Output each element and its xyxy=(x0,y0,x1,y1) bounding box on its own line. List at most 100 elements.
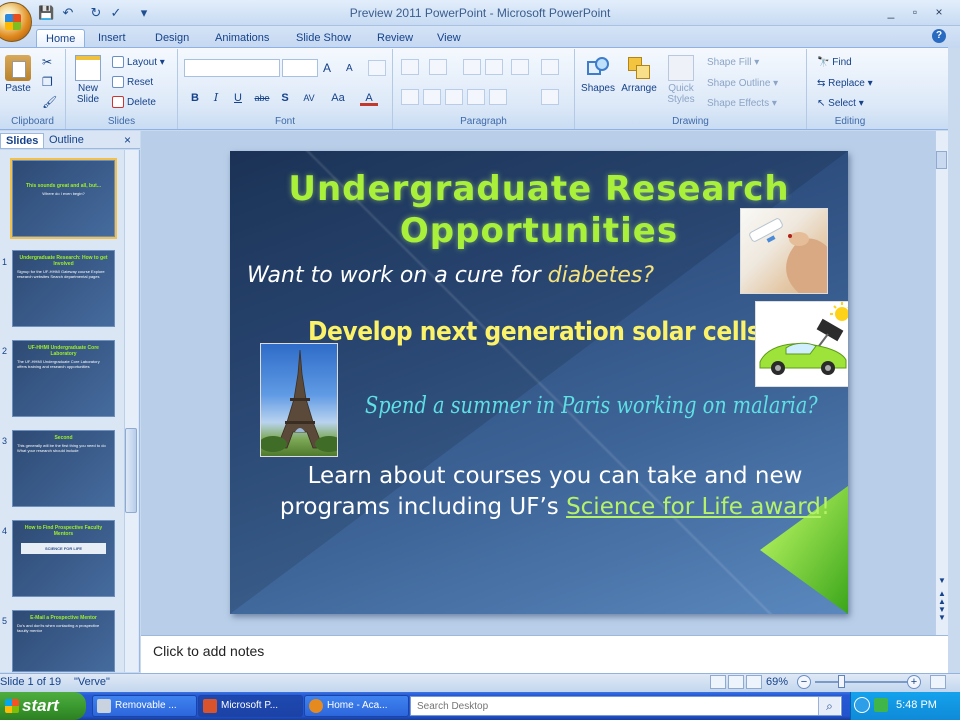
search-icon[interactable]: ⌕ xyxy=(818,697,840,715)
new-slide-button[interactable]: New Slide xyxy=(70,55,106,105)
tab-outline[interactable]: Outline xyxy=(44,133,89,148)
underline-button[interactable]: U xyxy=(229,90,247,106)
cut-icon[interactable]: ✂ xyxy=(42,55,52,69)
scroll-down-icon[interactable]: ▼ xyxy=(938,576,946,585)
change-case-button[interactable]: Aa xyxy=(326,90,350,106)
pane-scroll-thumb[interactable] xyxy=(125,428,137,513)
slide-canvas[interactable]: Undergraduate Research Opportunities Wan… xyxy=(230,151,848,614)
shape-fill-button[interactable]: Shape Fill ▾ xyxy=(707,55,759,71)
normal-view-icon[interactable] xyxy=(710,675,726,689)
help-icon[interactable]: ? xyxy=(932,29,946,43)
shape-outline-button[interactable]: Shape Outline ▾ xyxy=(707,76,778,92)
slide-thumbnail-2[interactable]: Undergraduate Research: How to get Invol… xyxy=(12,250,115,327)
align-right-icon[interactable] xyxy=(445,89,463,105)
align-left-icon[interactable] xyxy=(401,89,419,105)
font-size-input[interactable] xyxy=(282,59,318,77)
tab-slide-show[interactable]: Slide Show xyxy=(287,29,360,48)
arrange-icon xyxy=(626,55,652,81)
font-name-input[interactable] xyxy=(184,59,280,77)
tab-animations[interactable]: Animations xyxy=(206,29,278,48)
zoom-in-button[interactable]: + xyxy=(907,675,921,689)
font-color-button[interactable]: A xyxy=(360,90,378,106)
solar-car-image[interactable] xyxy=(755,301,848,387)
taskbar-item-removable[interactable]: Removable ... xyxy=(92,695,197,717)
bullets-icon[interactable] xyxy=(401,59,419,75)
layout-button[interactable]: Layout ▾ xyxy=(112,55,165,71)
delete-button[interactable]: Delete xyxy=(112,95,156,111)
italic-button[interactable]: I xyxy=(207,90,225,106)
restore-button[interactable]: ▫ xyxy=(906,4,924,20)
pane-close-icon[interactable]: × xyxy=(124,133,131,147)
close-button[interactable]: × xyxy=(930,4,948,20)
format-painter-icon[interactable]: 🖌 xyxy=(42,95,57,109)
reset-button[interactable]: Reset xyxy=(112,75,153,91)
start-button[interactable]: start xyxy=(0,692,86,720)
shadow-button[interactable]: S xyxy=(276,90,294,106)
copy-icon[interactable]: ❐ xyxy=(42,75,53,89)
tray-security-icon[interactable] xyxy=(874,698,888,712)
slide-thumbnail-4[interactable]: Second This generally will be the first t… xyxy=(12,430,115,507)
glucose-test-image[interactable] xyxy=(740,208,828,294)
character-spacing-button[interactable]: AV xyxy=(298,90,320,106)
slide-show-view-icon[interactable] xyxy=(746,675,762,689)
taskbar-item-firefox[interactable]: Home - Aca... xyxy=(304,695,409,717)
columns-icon[interactable] xyxy=(541,59,559,75)
courses-line[interactable]: Learn about courses you can take and new… xyxy=(250,461,848,523)
solar-cells-line[interactable]: Develop next generation solar cells? xyxy=(308,317,774,347)
diabetes-line[interactable]: Want to work on a cure for diabetes? xyxy=(247,263,654,288)
previous-slide-icon[interactable]: ▲ ▲ xyxy=(938,590,946,606)
slide-thumbnail-5[interactable]: How to Find Prospective Faculty Mentors S… xyxy=(12,520,115,597)
desktop-search-input[interactable] xyxy=(410,696,842,716)
numbering-icon[interactable] xyxy=(429,59,447,75)
quick-styles-button[interactable]: Quick Styles xyxy=(661,55,701,105)
slide-thumbnail-1[interactable]: This sounds great and all, but... Where d… xyxy=(10,158,117,239)
tray-back-icon[interactable] xyxy=(854,697,870,713)
grow-font-button[interactable]: A xyxy=(323,61,331,75)
shrink-font-button[interactable]: A xyxy=(346,63,353,74)
select-button[interactable]: ↖ Select ▾ xyxy=(817,96,864,112)
decrease-indent-icon[interactable] xyxy=(463,59,481,75)
pane-scrollbar[interactable] xyxy=(124,150,138,672)
eiffel-tower-drawing xyxy=(261,349,337,452)
reset-icon xyxy=(112,76,124,89)
tab-design[interactable]: Design xyxy=(146,29,198,48)
vertical-scrollbar[interactable] xyxy=(935,131,948,635)
paris-malaria-line[interactable]: Spend a summer in Paris working on malar… xyxy=(365,393,818,419)
eiffel-tower-image[interactable] xyxy=(260,343,338,457)
text-direction-icon[interactable] xyxy=(489,89,507,105)
zoom-slider-track[interactable] xyxy=(815,681,909,683)
strikethrough-button[interactable]: abe xyxy=(251,90,273,106)
shapes-button[interactable]: Shapes xyxy=(579,55,617,94)
slide-thumbnail-3[interactable]: UF-HHMI Undergraduate Core Laboratory The… xyxy=(12,340,115,417)
minimize-button[interactable]: _ xyxy=(882,4,900,20)
zoom-out-button[interactable]: − xyxy=(797,675,811,689)
increase-indent-icon[interactable] xyxy=(485,59,503,75)
fit-to-window-icon[interactable] xyxy=(930,675,946,689)
bold-button[interactable]: B xyxy=(186,90,204,106)
tab-home[interactable]: Home xyxy=(36,29,86,48)
zoom-slider-thumb[interactable] xyxy=(838,675,845,688)
justify-icon[interactable] xyxy=(467,89,485,105)
arrange-button[interactable]: Arrange xyxy=(619,55,659,94)
shape-effects-button[interactable]: Shape Effects ▾ xyxy=(707,96,777,112)
clear-format-button[interactable] xyxy=(368,60,386,76)
notes-placeholder[interactable]: Click to add notes xyxy=(153,643,264,659)
tab-insert[interactable]: Insert xyxy=(89,29,135,48)
slide-sorter-view-icon[interactable] xyxy=(728,675,744,689)
zoom-level[interactable]: 69% xyxy=(766,676,788,688)
tab-slides[interactable]: Slides xyxy=(0,133,45,148)
align-center-icon[interactable] xyxy=(423,89,441,105)
find-button[interactable]: 🔭 Find xyxy=(817,55,852,71)
tab-review[interactable]: Review xyxy=(368,29,422,48)
line-spacing-icon[interactable] xyxy=(511,59,529,75)
taskbar-item-powerpoint[interactable]: Microsoft P... xyxy=(198,695,303,717)
align-text-icon[interactable] xyxy=(541,89,559,105)
slide-thumbnail-6[interactable]: E-Mail a Prospective Mentor Do's and don'… xyxy=(12,610,115,672)
next-slide-icon[interactable]: ▼ ▼ xyxy=(938,606,946,622)
vertical-scroll-thumb[interactable] xyxy=(936,151,947,169)
paste-button[interactable]: Paste xyxy=(2,55,34,94)
science-for-life-link[interactable]: Science for Life award xyxy=(566,494,821,520)
powerpoint-icon xyxy=(203,699,217,713)
replace-button[interactable]: ⇆ Replace ▾ xyxy=(817,76,873,92)
tab-view[interactable]: View xyxy=(428,29,470,48)
